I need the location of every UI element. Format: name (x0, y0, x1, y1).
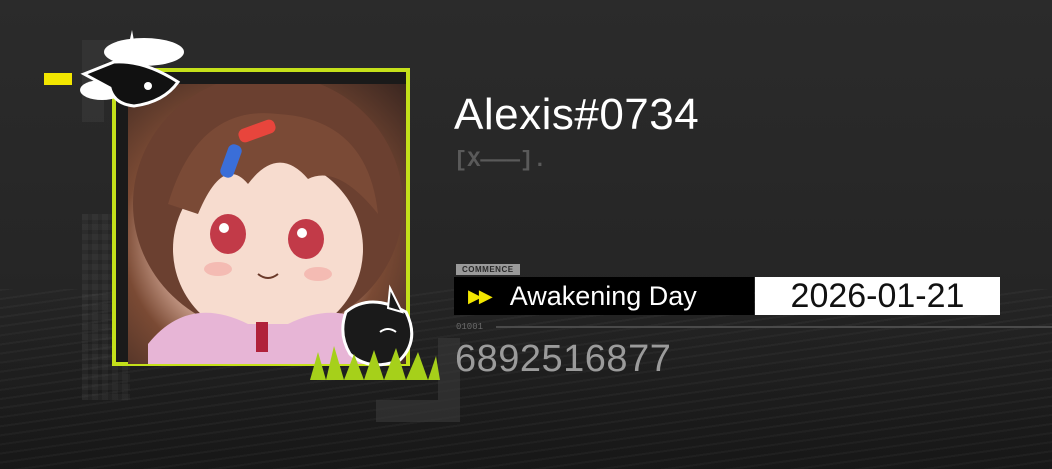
code-label: 01001 (456, 322, 484, 332)
tag-placeholder: [X———]. (454, 148, 547, 173)
bird-cloud-icon (74, 22, 194, 117)
commence-label: COMMENCE (456, 264, 520, 275)
divider-line (496, 326, 1052, 328)
bird-grass-icon (310, 282, 440, 387)
username: Alexis#0734 (454, 90, 700, 139)
awakening-day-label: Awakening Day (509, 280, 697, 311)
yellow-marker (44, 73, 72, 85)
user-id: 6892516877 (455, 338, 672, 380)
awakening-date: 2026-01-21 (755, 277, 1000, 315)
awakening-day-bar: ▶▶ Awakening Day (454, 277, 754, 315)
play-arrows-icon: ▶▶ (468, 285, 493, 306)
